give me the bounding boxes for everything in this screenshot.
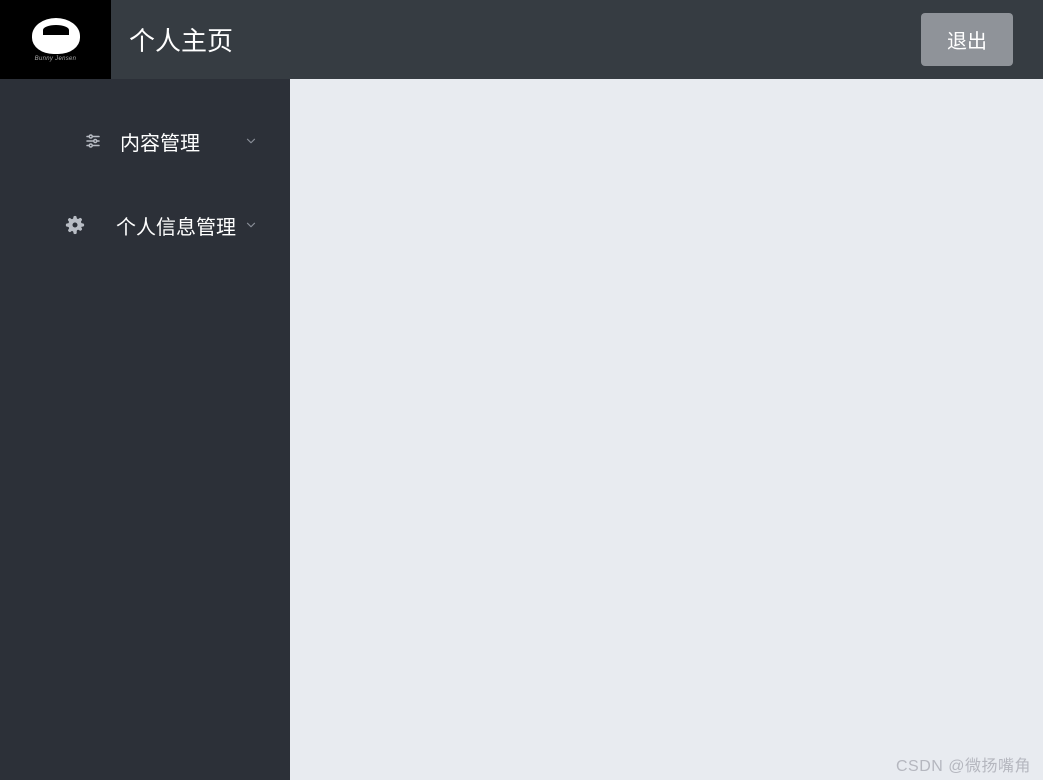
sliders-icon — [82, 130, 104, 152]
logout-button[interactable]: 退出 — [921, 13, 1013, 66]
watermark: CSDN @微扬嘴角 — [896, 752, 1031, 776]
main-content: CSDN @微扬嘴角 — [290, 79, 1043, 780]
logo[interactable]: Bunny Jensen — [0, 0, 111, 79]
logo-subtitle: Bunny Jensen — [35, 56, 77, 62]
sidebar-item-content-management[interactable]: 内容管理 — [0, 99, 290, 183]
layout: 内容管理 个人信息管理 CSDN @微扬嘴角 — [0, 79, 1043, 780]
sidebar-item-label: 内容管理 — [120, 127, 200, 156]
header-left: Bunny Jensen 个人主页 — [0, 0, 233, 79]
chevron-down-icon — [244, 134, 258, 148]
chevron-down-icon — [244, 218, 258, 232]
logo-avatar-icon — [32, 18, 80, 54]
gear-icon — [64, 214, 86, 236]
header: Bunny Jensen 个人主页 退出 — [0, 0, 1043, 79]
sidebar-item-label: 个人信息管理 — [116, 211, 236, 240]
page-title: 个人主页 — [129, 21, 233, 58]
sidebar-item-profile-management[interactable]: 个人信息管理 — [0, 183, 290, 267]
sidebar: 内容管理 个人信息管理 — [0, 79, 290, 780]
